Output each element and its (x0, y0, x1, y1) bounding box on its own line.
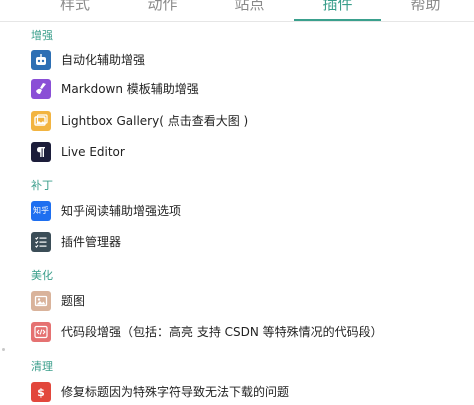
robot-icon (31, 50, 51, 70)
plugin-item-fix-title-download[interactable]: $ 修复标题因为特殊字符导致无法下载的问题 (31, 381, 289, 403)
plugin-item-label: 题图 (61, 294, 86, 308)
plugin-item-code-snippet[interactable]: 代码段增强（包括：高亮 支持 CSDN 等特殊情况的代码段） (31, 321, 383, 343)
plugin-item-plugin-manager[interactable]: 插件管理器 (31, 231, 121, 253)
plugin-item-label: 修复标题因为特殊字符导致无法下载的问题 (61, 385, 290, 399)
section-title-beautify: 美化 (31, 269, 53, 282)
code-icon (31, 322, 51, 342)
pilcrow-icon (31, 142, 51, 162)
image-icon (31, 291, 51, 311)
plugin-item-label: Lightbox Gallery( 点击查看大图 ) (61, 114, 249, 128)
plugin-item-live-editor[interactable]: Live Editor (31, 141, 125, 163)
plugin-item-lightbox-gallery[interactable]: Lightbox Gallery( 点击查看大图 ) (31, 110, 248, 132)
window-edge-marker (2, 348, 5, 351)
tab-style[interactable]: 样式 (40, 0, 110, 16)
plugin-item-label: 知乎阅读辅助增强选项 (61, 204, 182, 218)
tab-plugins[interactable]: 插件 (300, 0, 375, 16)
plugin-item-label: Markdown 模板辅助增强 (61, 82, 199, 96)
active-tab-indicator (294, 19, 381, 21)
svg-text:$: $ (37, 386, 45, 399)
section-title-enhance: 增强 (31, 29, 53, 42)
tab-bar: 样式 动作 站点 插件 帮助 (0, 0, 474, 22)
gallery-icon (31, 111, 51, 131)
zhihu-icon: 知乎 (31, 201, 51, 221)
plugin-item-label: Live Editor (61, 145, 125, 159)
checklist-icon (31, 232, 51, 252)
section-title-cleanup: 清理 (31, 360, 53, 373)
dollar-icon: $ (31, 382, 51, 402)
plugin-item-label: 插件管理器 (61, 235, 122, 249)
tab-help[interactable]: 帮助 (388, 0, 463, 16)
plugin-item-label: 自动化辅助增强 (61, 53, 146, 67)
plugin-item-zhihu-reading[interactable]: 知乎 知乎阅读辅助增强选项 (31, 200, 181, 222)
section-title-patch: 补丁 (31, 179, 53, 192)
plugin-item-label: 代码段增强（包括：高亮 支持 CSDN 等特殊情况的代码段） (61, 325, 383, 339)
tab-actions[interactable]: 动作 (125, 0, 200, 16)
plugin-item-markdown-template[interactable]: Markdown 模板辅助增强 (31, 78, 199, 100)
plugin-item-header-image[interactable]: 题图 (31, 290, 85, 312)
plugin-item-automation[interactable]: 自动化辅助增强 (31, 49, 145, 71)
broom-icon (31, 79, 51, 99)
tab-sites[interactable]: 站点 (212, 0, 287, 16)
